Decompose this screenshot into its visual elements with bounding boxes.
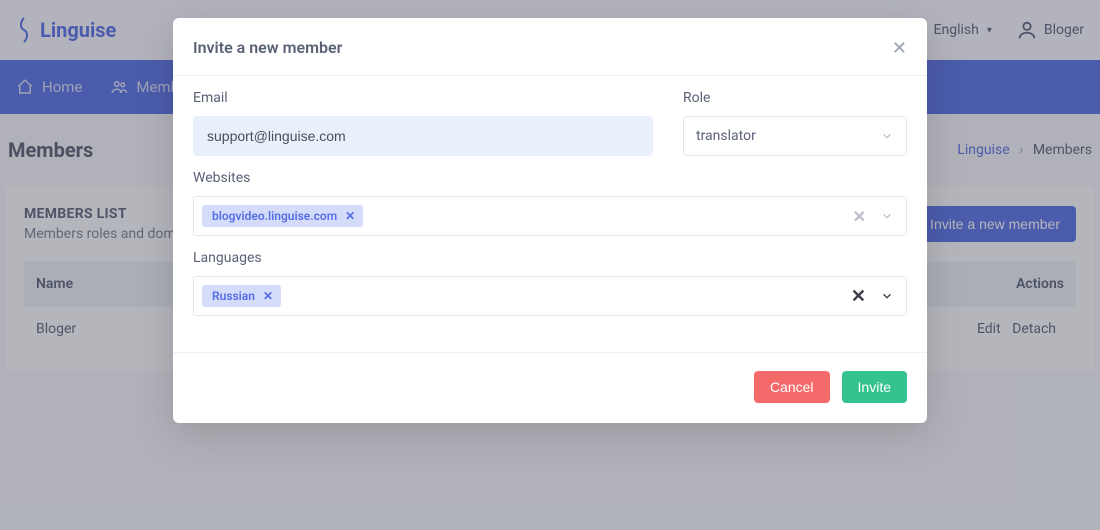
email-input[interactable] — [193, 116, 653, 156]
chevron-down-icon[interactable] — [880, 209, 894, 223]
language-chip: Russian ✕ — [202, 285, 281, 307]
chevron-down-icon[interactable] — [880, 289, 894, 303]
email-label: Email — [193, 90, 653, 106]
modal-overlay[interactable]: Invite a new member ✕ Email Role transla… — [0, 0, 1100, 530]
modal-close-button[interactable]: ✕ — [892, 39, 907, 57]
clear-icon[interactable]: ✕ — [853, 207, 866, 226]
cancel-button[interactable]: Cancel — [754, 371, 830, 403]
invite-button[interactable]: Invite — [842, 371, 907, 403]
languages-select[interactable]: Russian ✕ ✕ — [193, 276, 907, 316]
languages-label: Languages — [193, 250, 907, 266]
invite-member-modal: Invite a new member ✕ Email Role transla… — [173, 18, 927, 423]
clear-icon[interactable]: ✕ — [851, 286, 866, 307]
chip-remove-icon[interactable]: ✕ — [345, 209, 355, 223]
chevron-down-icon — [880, 129, 894, 143]
websites-select[interactable]: blogvideo.linguise.com ✕ ✕ — [193, 196, 907, 236]
language-chip-label: Russian — [212, 289, 255, 303]
modal-title: Invite a new member — [193, 38, 342, 57]
role-label: Role — [683, 90, 907, 106]
role-value: translator — [696, 128, 756, 144]
chip-remove-icon[interactable]: ✕ — [263, 289, 273, 303]
role-select[interactable]: translator — [683, 116, 907, 156]
close-icon: ✕ — [892, 38, 907, 58]
website-chip-label: blogvideo.linguise.com — [212, 209, 337, 223]
websites-label: Websites — [193, 170, 907, 186]
website-chip: blogvideo.linguise.com ✕ — [202, 205, 363, 227]
